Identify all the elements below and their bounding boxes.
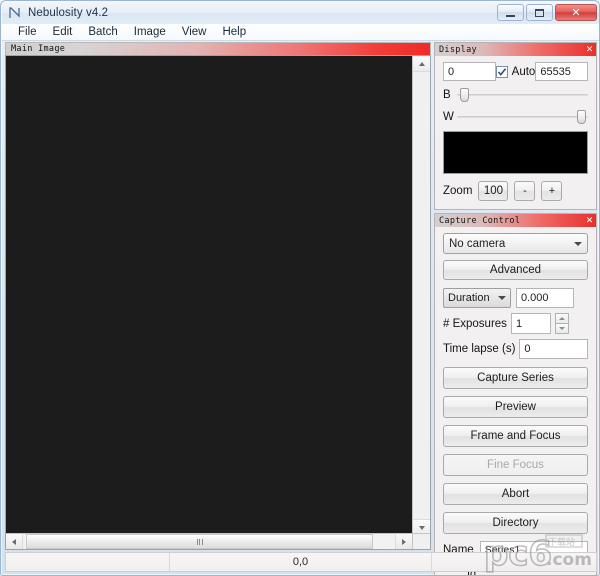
stepper-up-icon — [558, 317, 565, 320]
main-image-pane: Main Image — [5, 42, 431, 550]
status-bar: 0,0 — [5, 552, 597, 572]
abort-button[interactable]: Abort — [443, 483, 588, 505]
menu-item-image[interactable]: Image — [126, 25, 174, 40]
frame-and-focus-button[interactable]: Frame and Focus — [443, 425, 588, 447]
black-slider-track[interactable] — [457, 87, 588, 103]
duration-mode-select[interactable]: Duration — [443, 288, 511, 308]
timelapse-input[interactable]: 0 — [519, 339, 588, 359]
display-panel-body: 0 Auto 65535 B W Zoom 100 - + — [435, 56, 596, 209]
white-slider-thumb[interactable] — [577, 110, 587, 124]
advanced-button[interactable]: Advanced — [443, 260, 588, 280]
display-panel-caption-bar: Display ✕ — [435, 43, 596, 56]
black-level-input[interactable]: 0 — [443, 62, 496, 81]
zoom-in-button[interactable]: + — [541, 181, 563, 201]
menu-bar: File Edit Batch Image View Help — [2, 24, 599, 41]
timelapse-label: Time lapse (s) — [443, 343, 516, 355]
right-dock: Display ✕ 0 Auto 65535 B W Zoom 100 - + … — [434, 42, 597, 575]
scrollbar-corner — [412, 533, 430, 549]
scroll-right-button[interactable] — [395, 534, 412, 549]
zoom-value-button[interactable]: 100 — [478, 181, 509, 201]
directory-button[interactable]: Directory — [443, 512, 588, 534]
canvas-vertical-scrollbar[interactable] — [412, 56, 430, 535]
white-slider-track[interactable] — [457, 109, 588, 125]
menu-item-view[interactable]: View — [174, 25, 215, 40]
display-panel: Display ✕ 0 Auto 65535 B W Zoom 100 - + — [434, 42, 597, 210]
status-coordinates-cell: 0,0 — [170, 553, 432, 571]
capture-panel-title: Capture Control — [439, 215, 521, 226]
capture-series-button[interactable]: Capture Series — [443, 367, 588, 389]
auto-stretch-toggle[interactable]: Auto — [495, 65, 536, 78]
scroll-left-arrow-icon — [12, 538, 16, 545]
display-preview-swatch — [443, 131, 588, 174]
zoom-label: Zoom — [443, 185, 473, 197]
menu-item-batch[interactable]: Batch — [80, 25, 125, 40]
black-slider-line — [457, 94, 588, 96]
white-slider-row: W — [443, 109, 588, 125]
scroll-left-button[interactable] — [6, 534, 23, 549]
minimize-button[interactable] — [497, 4, 524, 21]
nebulosity-logo-icon — [7, 5, 23, 21]
window-controls: ✕ — [497, 4, 597, 21]
auto-label: Auto — [511, 65, 536, 78]
duration-mode-value: Duration — [448, 292, 490, 304]
application-window: Nebulosity v4.2 ✕ File Edit Batch Image … — [0, 0, 600, 576]
window-title: Nebulosity v4.2 — [28, 7, 109, 19]
auto-checkbox[interactable] — [495, 65, 508, 78]
white-slider-label: W — [443, 111, 454, 123]
capture-panel-body: No camera Advanced Duration 0.000 # Expo… — [435, 227, 596, 575]
display-panel-title: Display — [439, 44, 477, 55]
maximize-button[interactable] — [526, 4, 553, 21]
capture-panel-close-icon[interactable]: ✕ — [583, 214, 596, 227]
duration-row: Duration 0.000 — [443, 288, 588, 308]
white-level-input[interactable]: 65535 — [535, 62, 588, 81]
minimize-icon — [506, 14, 515, 17]
camera-select[interactable]: No camera — [443, 233, 588, 254]
scroll-down-arrow-icon — [418, 525, 425, 530]
canvas-horizontal-scrollbar[interactable] — [6, 533, 412, 549]
duration-input[interactable]: 0.000 — [516, 288, 574, 308]
camera-select-value: No camera — [449, 237, 506, 250]
zoom-controls-row: Zoom 100 - + — [443, 181, 588, 201]
title-bar: Nebulosity v4.2 ✕ — [2, 2, 599, 24]
zoom-out-button[interactable]: - — [514, 181, 536, 201]
close-icon: ✕ — [571, 6, 581, 19]
menu-item-edit[interactable]: Edit — [45, 25, 81, 40]
stepper-down-icon — [558, 327, 565, 330]
capture-panel-caption-bar: Capture Control ✕ — [435, 214, 596, 227]
image-canvas-container — [5, 55, 431, 550]
display-panel-close-icon[interactable]: ✕ — [583, 43, 596, 56]
window-frame: Nebulosity v4.2 ✕ File Edit Batch Image … — [0, 0, 600, 576]
exposures-increment-button[interactable] — [554, 313, 569, 323]
scroll-thumb-grip-icon — [196, 538, 203, 545]
menu-item-file[interactable]: File — [10, 25, 45, 40]
exposures-stepper[interactable] — [554, 313, 569, 334]
chevron-down-icon — [574, 241, 582, 246]
chevron-down-icon — [498, 296, 506, 300]
image-canvas[interactable] — [6, 56, 412, 535]
display-levels-row: 0 Auto 65535 — [443, 62, 588, 81]
black-slider-row: B — [443, 87, 588, 103]
timelapse-row: Time lapse (s) 0 — [443, 339, 588, 359]
exposures-decrement-button[interactable] — [554, 323, 569, 334]
black-slider-label: B — [443, 89, 451, 101]
exposures-row: # Exposures 1 — [443, 313, 588, 334]
fine-focus-button: Fine Focus — [443, 454, 588, 476]
status-left-cell — [6, 553, 170, 571]
exposures-input[interactable]: 1 — [510, 313, 551, 334]
preview-button[interactable]: Preview — [443, 396, 588, 418]
status-right-cell — [432, 553, 596, 571]
menu-item-help[interactable]: Help — [214, 25, 254, 40]
close-button[interactable]: ✕ — [555, 4, 597, 21]
scroll-up-arrow-icon — [418, 61, 425, 66]
scroll-right-arrow-icon — [402, 538, 406, 545]
black-slider-thumb[interactable] — [459, 88, 469, 102]
white-slider-line — [457, 116, 588, 118]
scroll-up-button[interactable] — [413, 56, 430, 72]
capture-control-panel: Capture Control ✕ No camera Advanced Dur… — [434, 213, 597, 575]
main-image-caption-label: Main Image — [11, 44, 66, 54]
main-image-caption-bar: Main Image — [5, 42, 431, 55]
exposures-label: # Exposures — [443, 317, 507, 330]
horizontal-scroll-thumb[interactable] — [26, 534, 373, 549]
maximize-icon — [535, 8, 544, 17]
